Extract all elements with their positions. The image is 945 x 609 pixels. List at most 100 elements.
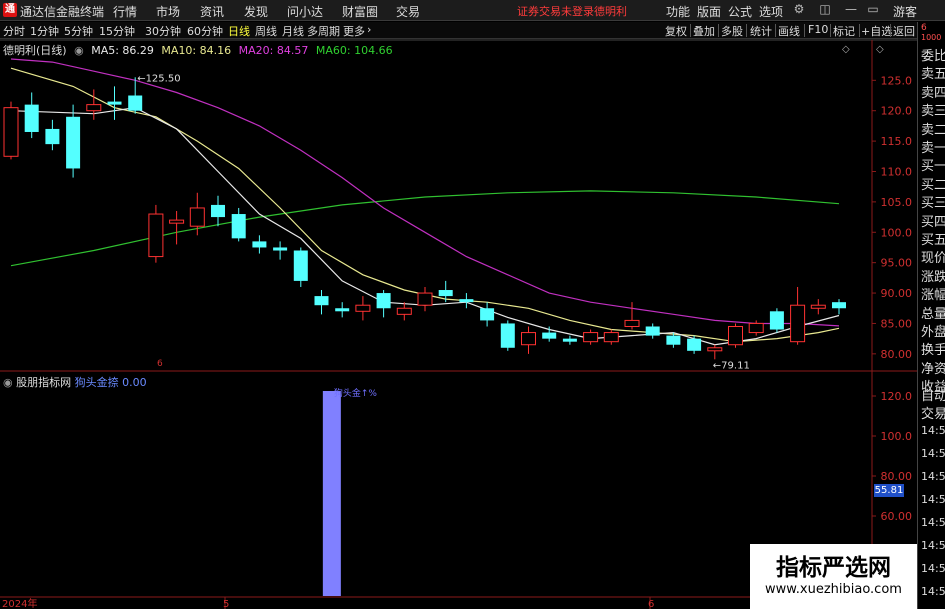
candle-body-up (707, 347, 723, 352)
panel-label: 总量 (921, 306, 945, 322)
candle-body-down (211, 204, 225, 218)
indicator-bar (322, 391, 341, 596)
price-tick-label: 80.00 (881, 348, 913, 361)
ma20-label: MA20: 84.57 (238, 44, 309, 57)
candle-body-up (748, 322, 764, 334)
watermark-title: 指标严选网 (776, 555, 891, 581)
panel-label: 卖二 (921, 122, 945, 138)
high-price-mark: ←125.50 (137, 73, 180, 84)
diamond-icon: ◇ (842, 44, 850, 55)
candle-body-down (24, 104, 39, 132)
price-tick-label: 120.0 (881, 105, 913, 118)
candle-body-down (231, 214, 246, 239)
panel-label: 买一 (921, 159, 945, 175)
panel-label: 换手 (921, 343, 945, 359)
panel-label: 外盘 (921, 325, 945, 340)
candle-body-down (45, 128, 60, 145)
panel-label: 自动 (921, 389, 945, 404)
candle-body-up (3, 107, 19, 157)
panel-label: 卖三 (921, 104, 945, 120)
candle-body-down (107, 101, 122, 105)
indicator-bar-label: 狗头金↑% (334, 387, 378, 399)
candle-body-down (335, 308, 350, 312)
candle-body-down (293, 250, 308, 281)
price-tick-label: 95.00 (881, 257, 913, 270)
candle-body-down (376, 293, 391, 309)
price-tick-label: 115.0 (881, 135, 913, 148)
diamond-icon: ◇ (876, 44, 884, 55)
candle-body-down (459, 299, 474, 303)
panel-label: 现价 (921, 251, 945, 267)
indicator-settings-icon[interactable]: ◉ (3, 376, 13, 389)
panel-label: 涨跌 (921, 269, 945, 285)
indicator-current-value: 55.81 (874, 484, 904, 497)
panel-top-number: 6 (921, 23, 927, 33)
panel-label: 买五 (921, 233, 945, 248)
candle-body-down (314, 296, 329, 306)
candle-body-down (832, 302, 846, 309)
price-tick-label: 100.0 (881, 226, 913, 239)
panel-time: 14:5 (921, 424, 945, 437)
panel-label: 买二 (921, 177, 945, 193)
panel-label: 交易 (921, 407, 945, 422)
candle-body-up (624, 319, 640, 327)
candle-body-up (396, 307, 412, 315)
indicator-title: ◉ 股朋指标网 狗头金捺 0.00 (3, 374, 147, 390)
panel-time: 14:5 (921, 493, 945, 506)
indicator-name[interactable]: 股朋指标网 (16, 376, 71, 389)
candle-body-up (169, 219, 185, 224)
candle-body-up (790, 304, 806, 343)
watermark-url: www.xuezhibiao.com (765, 582, 902, 597)
candle-body-up (603, 332, 619, 343)
panel-label: 卖五 (921, 67, 945, 83)
time-axis-label: 2024年 (2, 597, 37, 609)
panel-time: 14:5 (921, 447, 945, 460)
panel-label: 委比 (921, 49, 945, 64)
panel-label: 卖一 (921, 141, 945, 156)
indicator-tick-label: 60.00 (881, 510, 913, 523)
price-tick-label: 85.00 (881, 317, 913, 330)
candle-body-down (687, 338, 702, 351)
candle-body-up (189, 207, 205, 227)
ma60-label: MA60: 104.66 (315, 44, 393, 57)
time-axis-label: 5 (223, 599, 229, 609)
candle-body-down (542, 332, 557, 339)
candle-body-down (645, 326, 660, 336)
candle-body-up (417, 292, 433, 306)
low-price-mark: ←79.11 (713, 360, 750, 371)
indicator-tick-label: 100.0 (881, 430, 913, 443)
ma-legend: 德明利(日线) ◉ MA5: 86.29 MA10: 84.16 MA20: 8… (3, 42, 397, 58)
panel-top-number: 1000 (921, 33, 942, 42)
panel-label: 涨幅 (921, 288, 945, 304)
candle-body-down (480, 308, 495, 321)
price-tick-label: 105.0 (881, 196, 913, 209)
candle-body-up (86, 104, 102, 112)
settings-small-icon[interactable]: ◉ (74, 44, 84, 57)
panel-time: 14:5 (921, 516, 945, 529)
candle-body-down (252, 241, 267, 248)
candle-body-down (128, 95, 143, 111)
candle-body-up (728, 325, 743, 346)
indicator-tick-label: 120.0 (881, 390, 913, 403)
ma5-label: MA5: 86.29 (91, 44, 154, 57)
indicator-tick-label: 80.00 (881, 470, 913, 483)
panel-label: 买三 (921, 196, 945, 212)
stock-name: 德明利(日线) (3, 44, 67, 57)
ma60-line (10, 190, 840, 267)
candle-body-up (148, 213, 164, 258)
time-axis-label: 6 (648, 599, 654, 609)
candle-body-down (666, 335, 681, 345)
candle-body-up (583, 332, 599, 343)
kline-chart[interactable]: 125.0 120.0 115.0 110.0 105.0 100.0 95.00 90.00… (0, 0, 917, 609)
panel-time: 14:5 (921, 470, 945, 483)
month-marker: 6 (157, 359, 163, 369)
candle-body-up (521, 332, 536, 346)
panel-label: 净资 (921, 361, 945, 377)
indicator-value: 0.00 (122, 376, 147, 389)
candle-body-down (66, 116, 81, 169)
price-tick-label: 90.00 (881, 287, 913, 300)
candle-body-up (355, 304, 371, 312)
price-tick-label: 110.0 (881, 165, 913, 178)
panel-label: 买四 (921, 214, 945, 230)
panel-time: 14:5 (921, 585, 945, 598)
